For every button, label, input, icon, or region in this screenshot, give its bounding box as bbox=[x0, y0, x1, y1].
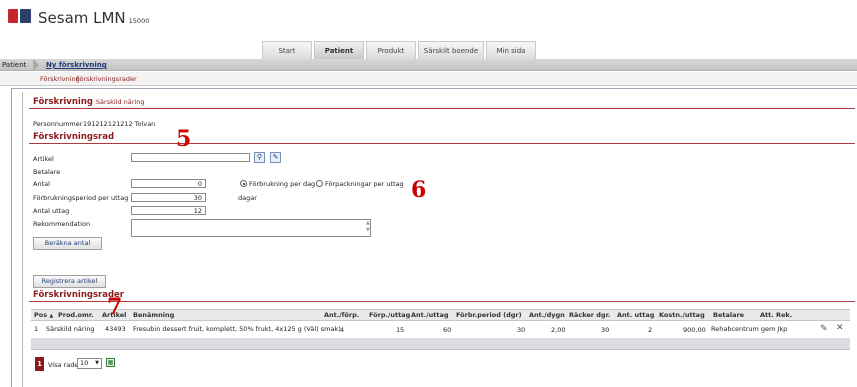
delete-row-icon[interactable]: ✕ bbox=[836, 323, 844, 333]
visa-rader-select[interactable]: 10 ▼ bbox=[77, 358, 102, 369]
radio-forpackningar-per-uttag[interactable] bbox=[316, 180, 323, 187]
chevron-down-icon: ▼ bbox=[95, 360, 99, 366]
col-prodomr[interactable]: Prod.omr. bbox=[58, 311, 94, 319]
rekommendation-label: Rekommendation bbox=[33, 220, 91, 228]
table-footer-bar bbox=[31, 338, 850, 350]
breadcrumb-ny-forskrivning[interactable]: Ny förskrivning bbox=[46, 61, 107, 69]
col-forp-uttag[interactable]: Förp./uttag bbox=[369, 311, 410, 319]
tab-sarskilt-boende[interactable]: Särskilt boende bbox=[418, 41, 484, 59]
tab-patient[interactable]: Patient bbox=[314, 41, 364, 59]
cell-ant-uttag: 60 bbox=[443, 326, 452, 334]
subnav-forskrivningsrader[interactable]: Förskrivningsrader bbox=[76, 75, 137, 83]
pager-page-1[interactable]: 1 bbox=[35, 357, 44, 371]
col-ant-uttag[interactable]: Ant./uttag bbox=[411, 311, 449, 319]
section-forskrivning-subtitle: Särskild näring bbox=[95, 98, 145, 106]
col-pos[interactable]: Pos ▲ bbox=[34, 311, 53, 319]
artikel-input[interactable] bbox=[131, 153, 250, 162]
tab-produkt[interactable]: Produkt bbox=[366, 41, 416, 59]
col-betalare[interactable]: Betalare bbox=[713, 311, 744, 319]
berakna-antal-button[interactable]: Beräkna antal bbox=[33, 237, 102, 250]
radio-forbrukning-label: Förbrukning per dag bbox=[249, 180, 316, 188]
cell-ant-forp: 4 bbox=[340, 326, 345, 334]
logo-blue-square bbox=[20, 9, 31, 23]
cell-benamning: Fresubin dessert fruit, komplett, 50% fr… bbox=[133, 325, 341, 333]
textarea-scroll-icon[interactable]: ▲ ▼ bbox=[366, 220, 370, 234]
cell-ant-uttag2: 2 bbox=[648, 326, 653, 334]
period-unit: dagar bbox=[238, 194, 257, 202]
period-label: Förbrukningsperiod per uttag bbox=[33, 194, 129, 202]
edit-row-icon[interactable]: ✎ bbox=[820, 324, 828, 334]
cell-forp-uttag: 15 bbox=[396, 326, 405, 334]
cell-prodomr: Särskild näring bbox=[46, 325, 95, 333]
betalare-label: Betalare bbox=[33, 168, 61, 176]
app-title: Sesam LMN 15000 bbox=[38, 9, 150, 27]
col-rek[interactable]: Rek. bbox=[776, 311, 792, 319]
personnummer-value: 191212121212 Tolvan bbox=[83, 120, 156, 128]
export-excel-icon[interactable]: ▦ bbox=[106, 358, 115, 367]
col-benamning[interactable]: Benämning bbox=[133, 311, 174, 319]
section-forskrivning-title: Förskrivning Särskild näring bbox=[33, 97, 145, 107]
breadcrumb-separator-icon bbox=[33, 59, 39, 71]
sort-asc-icon: ▲ bbox=[49, 313, 54, 319]
uttag-input[interactable]: 12 bbox=[131, 206, 206, 215]
search-artikel-icon[interactable]: ⚲ bbox=[254, 152, 265, 163]
personnummer-label: Personnummer bbox=[33, 120, 83, 128]
col-att[interactable]: Att. bbox=[760, 311, 774, 319]
cell-pos: 1 bbox=[34, 325, 39, 333]
breadcrumb-patient[interactable]: Patient bbox=[2, 61, 26, 69]
col-ant-forp[interactable]: Ant./förp. bbox=[324, 311, 359, 319]
rekommendation-textarea[interactable] bbox=[131, 219, 371, 237]
annotation-6: 6 bbox=[411, 177, 427, 203]
uttag-label: Antal uttag bbox=[33, 207, 70, 215]
divider-rader bbox=[29, 301, 855, 302]
annotation-5: 5 bbox=[176, 126, 192, 152]
tab-start[interactable]: Start bbox=[262, 41, 312, 59]
divider-forskrivning bbox=[29, 108, 855, 109]
radio-forbrukning-per-dag[interactable] bbox=[240, 180, 247, 187]
artikel-label: Artikel bbox=[33, 155, 54, 163]
col-ant-dygn[interactable]: Ant./dygn bbox=[529, 311, 565, 319]
period-input[interactable]: 30 bbox=[131, 193, 206, 202]
radio-forpackningar-label: Förpackningar per uttag bbox=[325, 180, 404, 188]
section-rad-title: Förskrivningsrad bbox=[33, 132, 115, 142]
lookup-artikel-icon[interactable]: ✎ bbox=[270, 152, 281, 163]
cell-ant-dygn: 2,00 bbox=[551, 326, 566, 334]
antal-input[interactable]: 0 bbox=[131, 179, 206, 188]
breadcrumb bbox=[0, 59, 857, 71]
tab-min-sida[interactable]: Min sida bbox=[486, 41, 536, 59]
col-ant-uttag2[interactable]: Ant. uttag bbox=[617, 311, 654, 319]
antal-label: Antal bbox=[33, 180, 50, 188]
col-racker-dgr[interactable]: Räcker dgr. bbox=[569, 311, 610, 319]
cell-betalare: Rehabcentrum gem Jkp bbox=[711, 325, 788, 333]
subnav-forskrivning[interactable]: Förskrivning bbox=[40, 75, 80, 83]
registrera-artikel-button[interactable]: Registrera artikel bbox=[33, 275, 106, 288]
cell-kostn-uttag: 900,00 bbox=[683, 326, 706, 334]
cell-artikel: 43493 bbox=[105, 325, 126, 333]
col-forbr-period[interactable]: Förbr.period (dgr) bbox=[456, 311, 522, 319]
col-kostn-uttag[interactable]: Kostn./uttag bbox=[659, 311, 705, 319]
cell-racker-dgr: 30 bbox=[601, 326, 610, 334]
annotation-7: 7 bbox=[107, 294, 123, 320]
cell-forbr-period: 30 bbox=[517, 326, 526, 334]
logo-red-square bbox=[8, 9, 18, 23]
app-number: 15000 bbox=[128, 17, 150, 25]
divider-rad bbox=[29, 143, 855, 144]
